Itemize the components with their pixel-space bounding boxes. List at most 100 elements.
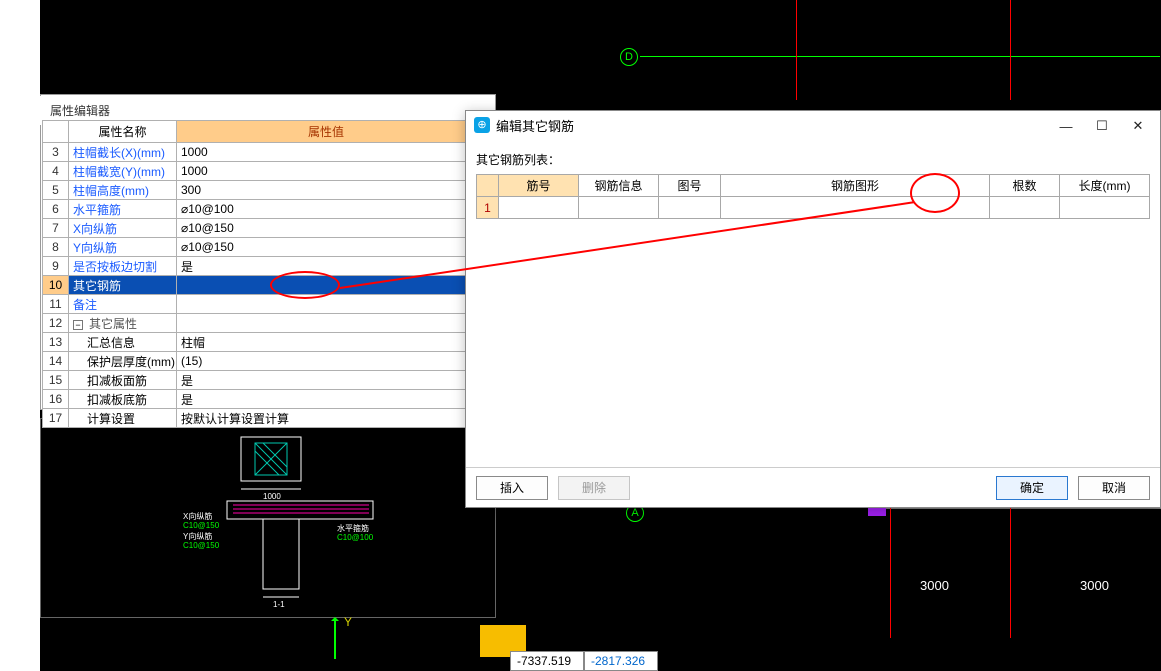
property-row[interactable]: 17计算设置按默认计算设置计算	[43, 409, 494, 428]
property-row[interactable]: 7 X向纵筋 ⌀10@150	[43, 219, 494, 238]
svg-text:C10@150: C10@150	[183, 521, 220, 530]
property-row[interactable]: 9是否按板边切割是	[43, 257, 494, 276]
property-value-cell[interactable]: ⌀10@100	[177, 200, 476, 219]
property-name: 保护层厚度(mm)	[73, 355, 175, 369]
column-marker	[868, 508, 886, 516]
grid-line-red	[890, 508, 891, 638]
delete-button[interactable]: 删除	[558, 476, 630, 500]
rebar-cell-drawing[interactable]	[659, 197, 721, 219]
property-value-cell[interactable]: 是	[177, 390, 476, 409]
property-row[interactable]: 3柱帽截长(X)(mm)1000	[43, 143, 494, 162]
svg-text:C10@100: C10@100	[337, 533, 374, 542]
property-row-number: 11	[43, 295, 69, 314]
rebar-col-no[interactable]: 筋号	[499, 175, 579, 197]
status-coordinates: -7337.519 -2817.326	[510, 651, 658, 671]
rebar-cell-info[interactable]	[579, 197, 659, 219]
rebar-table[interactable]: 筋号 钢筋信息 图号 钢筋图形 根数 长度(mm) 1	[476, 174, 1150, 219]
svg-text:1-1: 1-1	[273, 600, 285, 609]
property-name-cell: 备注	[69, 295, 177, 314]
property-value-cell[interactable]: 柱帽	[177, 333, 476, 352]
property-row-number: 16	[43, 390, 69, 409]
property-row-number: 7	[43, 219, 69, 238]
property-name: Y向纵筋	[73, 241, 117, 255]
property-row[interactable]: 11备注	[43, 295, 494, 314]
edit-other-rebar-dialog: ⊕ 编辑其它钢筋 — ☐ ✕ 其它钢筋列表： 筋号 钢筋信息 图号	[465, 110, 1161, 508]
preview-pane[interactable]: 1000 X向纵筋 C10@150 Y向纵筋 C10@150 水平箍筋 C10@…	[40, 418, 496, 618]
svg-text:Y向纵筋: Y向纵筋	[183, 531, 212, 541]
rebar-cell-length[interactable]	[1060, 197, 1150, 219]
left-gutter	[0, 0, 40, 671]
property-name: 计算设置	[73, 412, 135, 426]
property-value-cell[interactable]	[177, 314, 476, 333]
property-value-cell[interactable]: 1000	[177, 143, 476, 162]
property-value-cell[interactable]: 是	[177, 371, 476, 390]
annotation-ellipse-target	[910, 173, 960, 213]
property-row-number: 12	[43, 314, 69, 333]
property-value-cell[interactable]: ⌀10@150	[177, 238, 476, 257]
dimension-text-3000b: 3000	[1080, 578, 1109, 593]
property-name-cell: 扣减板面筋	[69, 371, 177, 390]
property-row[interactable]: 8 Y向纵筋 ⌀10@150	[43, 238, 494, 257]
dimension-text-3000a: 3000	[920, 578, 949, 593]
property-value-cell[interactable]: (15)	[177, 352, 476, 371]
property-value-cell[interactable]: 按默认计算设置计算	[177, 409, 476, 428]
property-name-cell: 柱帽高度(mm)	[69, 181, 177, 200]
rebar-cell-count[interactable]	[990, 197, 1060, 219]
insert-button[interactable]: 插入	[476, 476, 548, 500]
property-row-number: 6	[43, 200, 69, 219]
property-name-cell: −其它属性	[69, 314, 177, 333]
property-header-num	[43, 121, 69, 143]
property-row[interactable]: 5柱帽高度(mm)300	[43, 181, 494, 200]
grid-line-red	[1010, 0, 1011, 100]
property-name-cell: 柱帽截宽(Y)(mm)	[69, 162, 177, 181]
property-name: 柱帽截宽(Y)(mm)	[73, 165, 165, 179]
property-value-cell[interactable]	[177, 295, 476, 314]
property-name: 扣减板底筋	[73, 393, 147, 407]
property-row[interactable]: 13汇总信息柱帽	[43, 333, 494, 352]
window-minimize-button[interactable]: —	[1048, 115, 1084, 137]
property-row[interactable]: 15扣减板面筋是	[43, 371, 494, 390]
status-coord-x: -7337.519	[510, 651, 584, 671]
svg-text:C10@150: C10@150	[183, 541, 220, 550]
property-name: 其它钢筋	[73, 279, 121, 293]
rebar-col-drawing[interactable]: 图号	[659, 175, 721, 197]
tree-collapse-icon[interactable]: −	[73, 320, 83, 330]
property-row[interactable]: 14 保护层厚度(mm)(15)	[43, 352, 494, 371]
property-name: 汇总信息	[73, 336, 135, 350]
property-row[interactable]: 4柱帽截宽(Y)(mm)1000	[43, 162, 494, 181]
cancel-button[interactable]: 取消	[1078, 476, 1150, 500]
property-row[interactable]: 10 其它钢筋	[43, 276, 494, 295]
property-row[interactable]: 16 扣减板底筋 是	[43, 390, 494, 409]
property-name-cell: 扣减板底筋	[69, 390, 177, 409]
property-row[interactable]: 12−其它属性	[43, 314, 494, 333]
property-name: 扣减板面筋	[73, 374, 147, 388]
property-name-cell: 计算设置	[69, 409, 177, 428]
property-value-cell[interactable]: 300	[177, 181, 476, 200]
rebar-col-length[interactable]: 长度(mm)	[1060, 175, 1150, 197]
rebar-col-count[interactable]: 根数	[990, 175, 1060, 197]
property-row-number: 14	[43, 352, 69, 371]
status-coord-y: -2817.326	[584, 651, 658, 671]
property-value-cell[interactable]: 1000	[177, 162, 476, 181]
property-row-number: 9	[43, 257, 69, 276]
window-restore-button[interactable]: ☐	[1084, 115, 1120, 137]
property-row-number: 10	[43, 276, 69, 295]
window-close-button[interactable]: ✕	[1120, 115, 1156, 137]
dialog-title: 编辑其它钢筋	[496, 116, 574, 135]
dialog-titlebar[interactable]: ⊕ 编辑其它钢筋 — ☐ ✕	[466, 111, 1160, 139]
axis-y-label: Y	[344, 615, 352, 629]
rebar-cell-no[interactable]	[499, 197, 579, 219]
property-row-number: 8	[43, 238, 69, 257]
property-row[interactable]: 6水平箍筋⌀10@100	[43, 200, 494, 219]
dialog-app-icon: ⊕	[474, 117, 490, 133]
svg-text:水平箍筋: 水平箍筋	[337, 523, 369, 533]
grid-axis-line-d	[640, 56, 1160, 57]
property-name: X向纵筋	[73, 222, 117, 236]
grid-line-red	[796, 0, 797, 100]
rebar-col-info[interactable]: 钢筋信息	[579, 175, 659, 197]
property-name: 柱帽高度(mm)	[73, 184, 149, 198]
property-name-cell: 汇总信息	[69, 333, 177, 352]
rebar-list-label: 其它钢筋列表：	[476, 151, 1150, 168]
property-value-cell[interactable]: ⌀10@150	[177, 219, 476, 238]
ok-button[interactable]: 确定	[996, 476, 1068, 500]
